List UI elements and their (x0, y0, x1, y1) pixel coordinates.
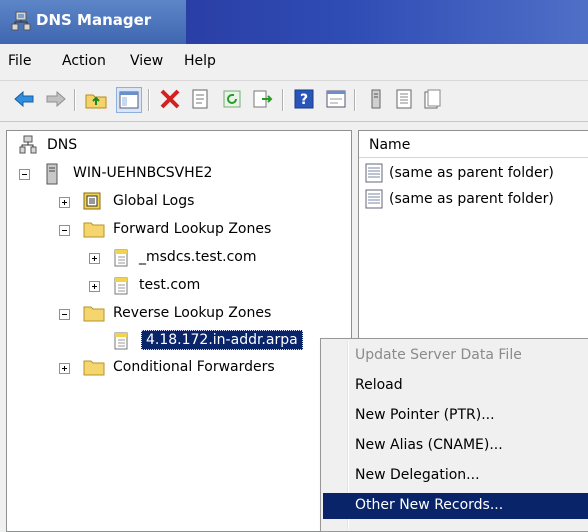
forward-arrow-icon[interactable] (44, 87, 68, 111)
menu-bar: File Action View Help (0, 44, 588, 81)
tree-label: Conditional Forwarders (113, 359, 275, 375)
tree-node-server[interactable]: WIN-UEHNBCSVHE2 (19, 163, 319, 185)
refresh-icon[interactable] (220, 87, 244, 111)
expand-icon[interactable] (59, 363, 70, 374)
collapse-icon[interactable] (59, 225, 70, 236)
menu-item-new-pointer[interactable]: New Pointer (PTR)... (323, 403, 588, 429)
tree-node-forward-lookup-zones[interactable]: Forward Lookup Zones (59, 219, 339, 241)
expand-icon[interactable] (89, 253, 100, 264)
record-icon[interactable] (420, 87, 444, 111)
collapse-icon[interactable] (59, 309, 70, 320)
menu-item-reload[interactable]: Reload (323, 373, 588, 399)
menu-view[interactable]: View (130, 53, 163, 69)
svg-text:?: ? (300, 92, 308, 108)
tree-label: Global Logs (113, 193, 195, 209)
folder-icon (83, 360, 105, 376)
tree-node-global-logs[interactable]: Global Logs (59, 191, 319, 213)
tree-label: DNS (47, 137, 78, 153)
properties-icon[interactable] (188, 87, 212, 111)
folder-icon (83, 306, 105, 322)
zone-icon[interactable] (392, 87, 416, 111)
tree-label: Reverse Lookup Zones (113, 305, 272, 321)
window-title: DNS Manager (36, 11, 152, 29)
tree-node-conditional-forwarders[interactable]: Conditional Forwarders (59, 357, 339, 379)
expand-icon[interactable] (89, 281, 100, 292)
expand-icon[interactable] (59, 197, 70, 208)
server-icon[interactable] (364, 87, 388, 111)
folder-icon (83, 222, 105, 238)
tree-node-dns[interactable]: DNS (19, 135, 219, 157)
menu-file[interactable]: File (8, 53, 31, 69)
column-header-name[interactable]: Name (359, 131, 588, 158)
record-icon (365, 189, 383, 209)
menu-item-other-new-records[interactable]: Other New Records... (323, 493, 588, 519)
tree-node-reverse-lookup-zones[interactable]: Reverse Lookup Zones (59, 303, 339, 325)
collapse-icon[interactable] (19, 169, 30, 180)
menu-action[interactable]: Action (62, 53, 106, 69)
back-arrow-icon[interactable] (12, 87, 36, 111)
dns-manager-icon (11, 11, 31, 31)
up-folder-icon[interactable] (84, 87, 108, 111)
menu-help[interactable]: Help (184, 53, 216, 69)
tree-node-reverse-zone-selected[interactable]: 4.18.172.in-addr.arpa (113, 329, 349, 351)
tree-label-selected: 4.18.172.in-addr.arpa (141, 330, 303, 350)
tree-label: WIN-UEHNBCSVHE2 (73, 165, 213, 181)
zone-icon (114, 332, 128, 350)
menu-item-new-alias[interactable]: New Alias (CNAME)... (323, 433, 588, 459)
console-tree: DNS WIN-UEHNBCSVHE2 Global Logs Forward … (6, 130, 352, 532)
global-logs-icon (83, 192, 101, 210)
zone-icon (114, 277, 128, 295)
context-menu: Update Server Data File Reload New Point… (320, 338, 588, 532)
server-icon (46, 163, 58, 185)
title-bar: DNS Manager (0, 0, 588, 44)
record-icon (365, 163, 383, 183)
delete-icon[interactable] (158, 87, 182, 111)
console-icon[interactable] (324, 87, 348, 111)
export-list-icon[interactable] (250, 87, 274, 111)
tree-node-test-com[interactable]: test.com (89, 275, 329, 297)
tree-label: test.com (139, 277, 201, 293)
menu-item-update-server-data-file: Update Server Data File (355, 347, 522, 363)
tree-node-msdcs[interactable]: _msdcs.test.com (89, 247, 329, 269)
dns-icon (19, 135, 37, 154)
menu-item-new-delegation[interactable]: New Delegation... (323, 463, 588, 489)
toolbar: ? (0, 81, 588, 122)
tree-label: Forward Lookup Zones (113, 221, 272, 237)
zone-icon (114, 249, 128, 267)
tree-label: _msdcs.test.com (139, 249, 257, 265)
show-hide-tree-icon[interactable] (116, 87, 142, 113)
help-icon[interactable]: ? (292, 87, 316, 111)
